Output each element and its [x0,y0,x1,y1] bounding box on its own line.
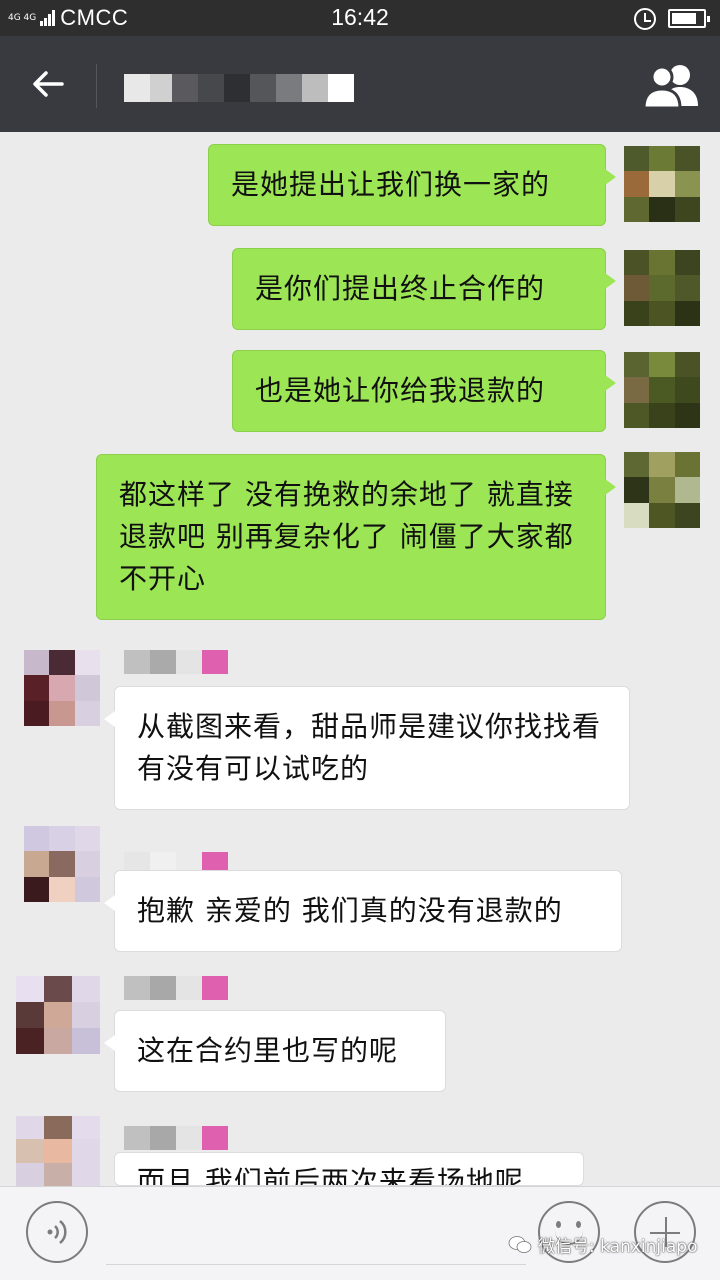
message-input[interactable] [106,1203,526,1265]
status-bar: 4G 4G CMCC 16:42 [0,0,720,36]
sender-name-pixelated [124,1126,228,1150]
group-members-button[interactable] [640,60,702,112]
my-avatar[interactable] [624,352,700,428]
alarm-icon [634,8,656,30]
my-avatar[interactable] [624,146,700,222]
incoming-message[interactable]: 从截图来看，甜品师是建议你找找看有没有可以试吃的 [104,686,630,810]
my-avatar[interactable] [624,250,700,326]
contact-avatar[interactable] [16,1116,100,1186]
sender-name-pixelated [124,650,228,674]
outgoing-message[interactable]: 是你们提出终止合作的 [232,248,616,330]
incoming-message[interactable]: 抱歉 亲爱的 我们真的没有退款的 [104,870,622,952]
chat-title-pixelated [124,74,354,102]
outgoing-message[interactable]: 也是她让你给我退款的 [232,350,616,432]
watermark-text: 微信号: kanxinjiapo [538,1237,698,1257]
status-time: 16:42 [331,4,389,30]
outgoing-message[interactable]: 是她提出让我们换一家的 [208,144,616,226]
watermark: 微信号: kanxinjiapo [508,1232,697,1257]
incoming-message[interactable]: 而且 我们前后两次来看场地呢 [114,1152,584,1186]
contact-avatar[interactable] [24,826,100,902]
group-members-icon [642,65,698,110]
battery-icon [668,9,710,28]
contact-avatar[interactable] [16,976,100,1054]
my-avatar[interactable] [624,452,700,528]
header-divider [96,64,97,108]
wechat-logo-icon [508,1235,532,1253]
voice-icon [47,1220,67,1244]
sender-name-pixelated [124,976,228,1000]
back-button[interactable] [22,58,74,110]
contact-avatar[interactable] [24,650,100,726]
arrow-left-icon [33,71,64,97]
outgoing-message[interactable]: 都这样了 没有挽救的余地了 就直接退款吧 别再复杂化了 闹僵了大家都不开心 [96,454,616,620]
chat-header [0,36,720,132]
incoming-message[interactable]: 这在合约里也写的呢 [104,1010,446,1092]
voice-button[interactable] [26,1201,88,1263]
